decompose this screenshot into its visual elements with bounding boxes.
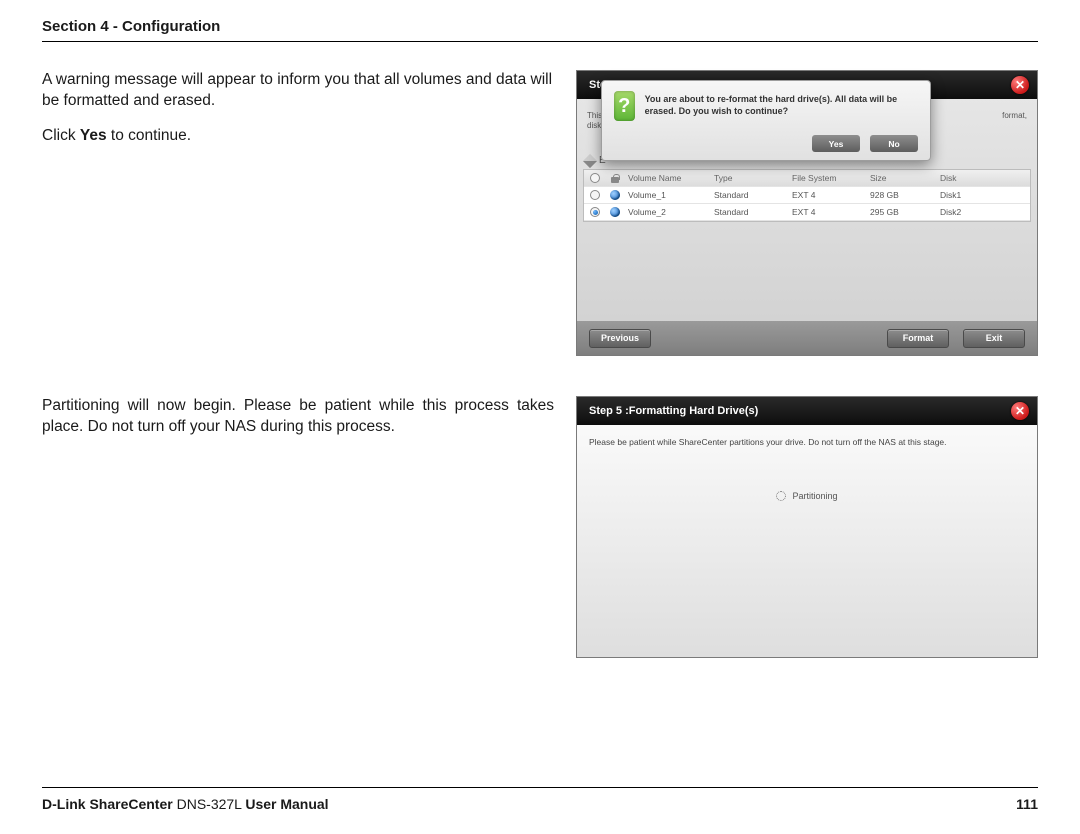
col-size: Size	[870, 173, 940, 183]
pencil-icon	[583, 153, 597, 167]
para-click-yes: Click Yes to continue.	[42, 126, 554, 147]
volume-table: Volume Name Type File System Size Disk V…	[583, 169, 1031, 222]
close-icon[interactable]: ✕	[1011, 76, 1029, 94]
col-type: Type	[714, 173, 792, 183]
partitioning-status: Partitioning	[577, 491, 1037, 501]
globe-icon	[610, 190, 620, 200]
row-radio[interactable]	[590, 190, 600, 200]
screenshot-reformat-dialog: Ste ✕ This s disk a format, ? You are ab…	[576, 70, 1038, 356]
exit-button[interactable]: Exit	[963, 329, 1025, 348]
radio-icon	[590, 173, 600, 183]
col-disk: Disk	[940, 173, 1030, 183]
modal-no-button[interactable]: No	[870, 135, 918, 152]
footer-brand: D-Link ShareCenter	[42, 796, 173, 812]
screenshot-formatting: Step 5 :Formatting Hard Drive(s) ✕ Pleas…	[576, 396, 1038, 658]
formatting-message: Please be patient while ShareCenter part…	[589, 437, 1025, 447]
section-header: Section 4 - Configuration	[42, 18, 1038, 42]
page-footer: D-Link ShareCenter DNS-327L User Manual …	[42, 787, 1038, 812]
para-warning: A warning message will appear to inform …	[42, 70, 554, 112]
table-row[interactable]: Volume_2 Standard EXT 4 295 GB Disk2	[584, 204, 1030, 221]
page-number: 111	[1016, 796, 1038, 812]
modal-yes-button[interactable]: Yes	[812, 135, 860, 152]
screenshot-title: Step 5 :Formatting Hard Drive(s)	[589, 405, 758, 417]
format-button[interactable]: Format	[887, 329, 949, 348]
col-filesystem: File System	[792, 173, 870, 183]
footer-manual: User Manual	[245, 796, 328, 812]
lock-icon	[611, 174, 619, 183]
previous-button[interactable]: Previous	[589, 329, 651, 348]
footer-model: DNS-327L	[173, 796, 246, 812]
question-icon: ?	[614, 91, 635, 121]
instruction-text-2: Partitioning will now begin. Please be p…	[42, 396, 554, 658]
table-row[interactable]: Volume_1 Standard EXT 4 928 GB Disk1	[584, 187, 1030, 204]
modal-message: You are about to re-format the hard driv…	[645, 91, 918, 121]
row-radio-selected[interactable]	[590, 207, 600, 217]
para-partitioning: Partitioning will now begin. Please be p…	[42, 396, 554, 438]
table-header-row: Volume Name Type File System Size Disk	[584, 170, 1030, 187]
confirm-modal: ? You are about to re-format the hard dr…	[601, 80, 931, 161]
close-icon[interactable]: ✕	[1011, 402, 1029, 420]
instruction-text-1: A warning message will appear to inform …	[42, 70, 554, 356]
col-volume-name: Volume Name	[624, 173, 714, 183]
background-text-right: format,	[1002, 111, 1027, 120]
globe-icon	[610, 207, 620, 217]
wizard-footer: Previous Format Exit	[577, 321, 1037, 355]
spinner-icon	[776, 491, 786, 501]
